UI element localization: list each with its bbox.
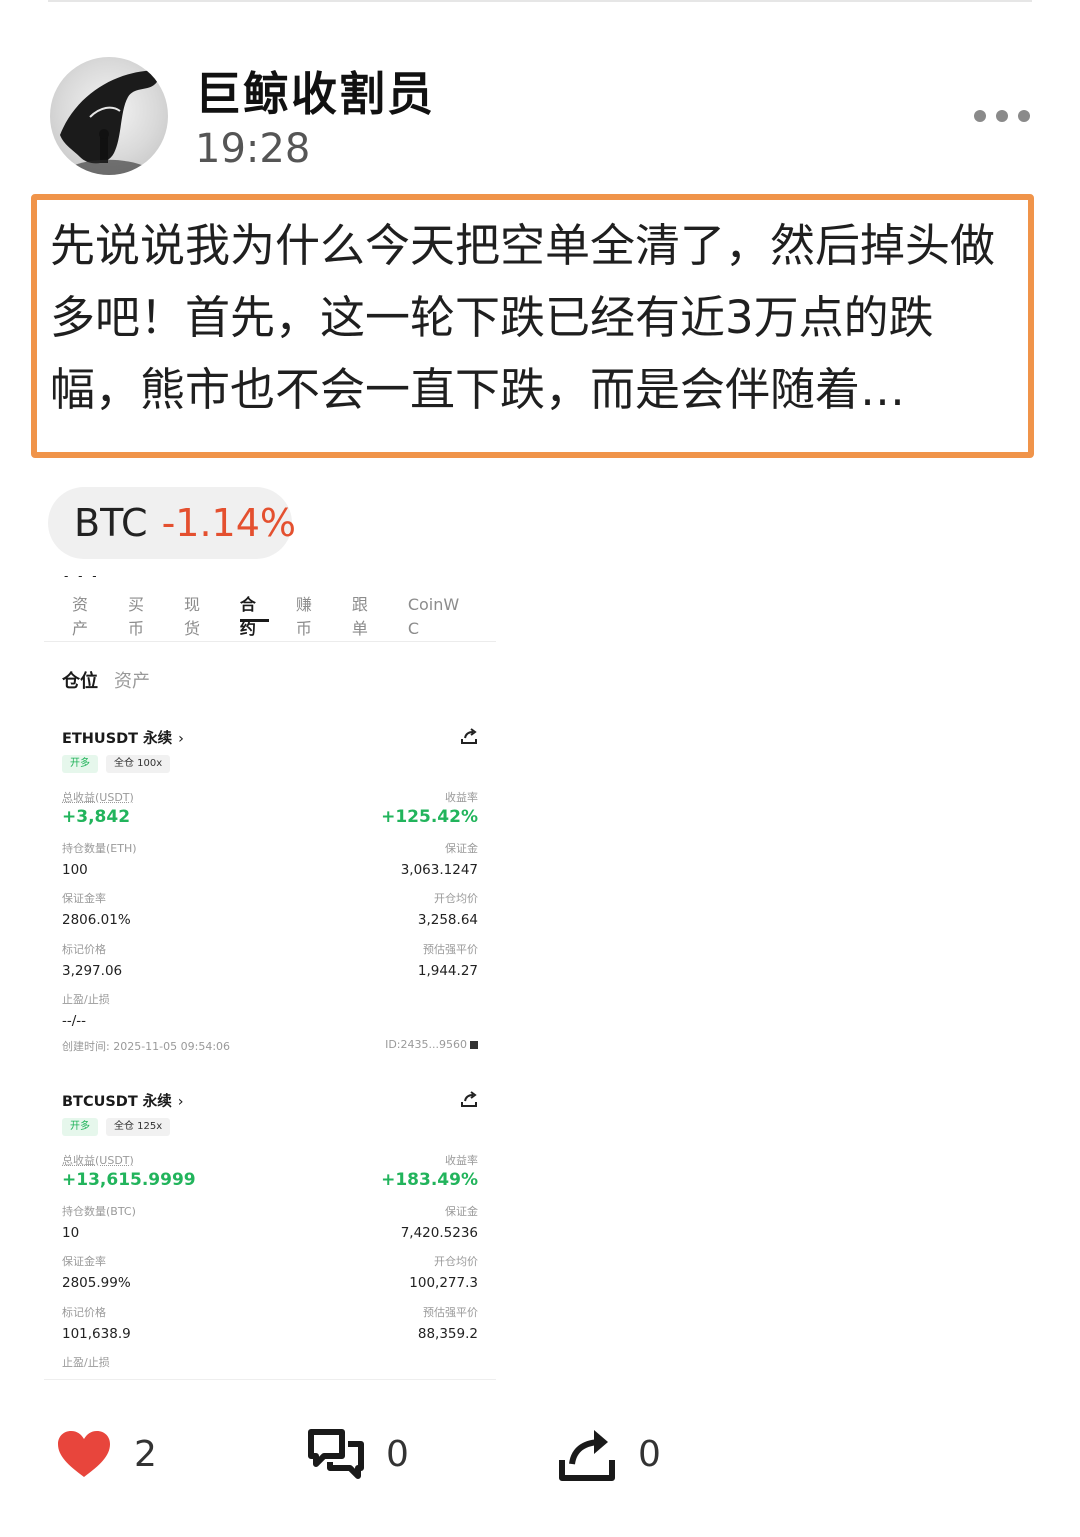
screenshot-bottom-edge [44, 1379, 496, 1380]
position-card-eth: ETHUSDT 永续 › 开多 全仓 100x 总收益(USDT) +3,842 收… [62, 727, 478, 1057]
comment-button[interactable]: 0 [308, 1424, 409, 1484]
tab-copy: 跟单 [351, 595, 368, 638]
margin-label: 保证金 [445, 842, 478, 855]
post-time: 19:28 [195, 126, 311, 172]
liq-value: 1,944.27 [417, 963, 478, 979]
share-icon [461, 728, 477, 744]
liq-label: 预估强平价 [423, 943, 478, 956]
roe-label: 收益率 [445, 1154, 478, 1167]
qty-label: 持仓数量(ETH) [62, 842, 137, 855]
roe-value: +125.42% [381, 807, 478, 827]
position-pair: ETHUSDT 永续 › [62, 731, 184, 747]
post-text[interactable]: 先说说我为什么今天把空单全清了，然后掉头做多吧！首先，这一轮下跌已经有近3万点的… [50, 210, 1015, 426]
tab-spot: 现货 [183, 595, 200, 638]
subtab-positions: 仓位 [62, 671, 98, 692]
coin-tag[interactable]: BTC -1.14% [48, 487, 296, 559]
pnl-value: +3,842 [62, 807, 131, 827]
attached-screenshot[interactable]: - - - 资产 买币 现货 合约 赚币 跟单 CoinW C 仓位 资产 ET… [44, 565, 496, 1380]
margin-ratio-label: 保证金率 [62, 1255, 106, 1268]
entry-label: 开仓均价 [434, 892, 478, 905]
cropped-text: - - - [64, 569, 100, 583]
whale-avatar-image [60, 70, 159, 175]
qty-label: 持仓数量(BTC) [62, 1205, 136, 1218]
coin-symbol: BTC [74, 501, 148, 545]
position-id: ID:2435...9560 [385, 1038, 478, 1054]
mark-value: 3,297.06 [62, 963, 123, 979]
subtab-assets: 资产 [114, 671, 150, 692]
tab-buy: 买币 [127, 595, 144, 638]
mark-label: 标记价格 [62, 943, 106, 956]
liq-label: 预估强平价 [423, 1306, 478, 1319]
entry-value: 3,258.64 [417, 912, 478, 928]
pnl-label: 总收益(USDT) [62, 1154, 134, 1167]
username[interactable]: 巨鲸收割员 [195, 58, 435, 124]
margin-value: 7,420.5236 [400, 1225, 478, 1241]
tpsl-label: 止盈/止损 [62, 1356, 110, 1369]
repost-count: 0 [638, 1433, 661, 1475]
avatar[interactable] [50, 57, 168, 175]
leverage-badge: 全仓 125x [106, 1118, 171, 1136]
pnl-label: 总收益(USDT) [62, 791, 134, 804]
margin-value: 3,063.1247 [400, 862, 478, 878]
liq-value: 88,359.2 [417, 1326, 478, 1342]
tpsl-value: --/-- [62, 1013, 87, 1029]
tpsl-label: 止盈/止损 [62, 993, 110, 1006]
comment-icon [308, 1429, 364, 1479]
margin-ratio-value: 2805.99% [62, 1275, 131, 1291]
repost-icon [559, 1430, 615, 1481]
tab-divider [44, 641, 496, 642]
leverage-badge: 全仓 100x [106, 755, 171, 773]
like-button[interactable]: 2 [56, 1424, 157, 1484]
position-card-btc: BTCUSDT 永续 › 开多 全仓 125x 总收益(USDT) +13,615.… [62, 1090, 478, 1380]
entry-label: 开仓均价 [434, 1255, 478, 1268]
entry-value: 100,277.3 [409, 1275, 478, 1291]
roe-label: 收益率 [445, 791, 478, 804]
margin-label: 保证金 [445, 1205, 478, 1218]
mark-value: 101,638.9 [62, 1326, 131, 1342]
side-badge: 开多 [62, 755, 98, 773]
position-subtabs: 仓位 资产 [62, 667, 150, 693]
repost-button[interactable]: 0 [558, 1424, 661, 1484]
tab-earn: 赚币 [295, 595, 312, 638]
like-count: 2 [134, 1433, 157, 1475]
pnl-value: +13,615.9999 [62, 1170, 196, 1190]
tab-futures: 合约 [239, 593, 269, 638]
top-divider [48, 0, 1032, 2]
share-icon [461, 1091, 477, 1107]
qty-value: 10 [62, 1225, 80, 1241]
heart-icon [58, 1431, 110, 1477]
tab-assets: 资产 [72, 595, 89, 638]
more-options-button[interactable] [968, 100, 1036, 132]
mark-label: 标记价格 [62, 1306, 106, 1319]
side-badge: 开多 [62, 1118, 98, 1136]
margin-ratio-label: 保证金率 [62, 892, 106, 905]
more-dot-icon [996, 110, 1008, 122]
comment-count: 0 [386, 1433, 409, 1475]
qty-value: 100 [62, 862, 88, 878]
screenshot-tab-bar: 资产 买币 现货 合约 赚币 跟单 CoinW C [44, 593, 496, 638]
more-dot-icon [1018, 110, 1030, 122]
margin-ratio-value: 2806.01% [62, 912, 131, 928]
roe-value: +183.49% [381, 1170, 478, 1190]
more-dot-icon [974, 110, 986, 122]
position-pair: BTCUSDT 永续 › [62, 1094, 184, 1110]
created-time: 创建时间: 2025-11-05 09:54:06 [62, 1040, 231, 1053]
tab-coinw: CoinW C [407, 595, 460, 638]
coin-change: -1.14% [161, 501, 297, 545]
copy-icon [470, 1041, 478, 1049]
